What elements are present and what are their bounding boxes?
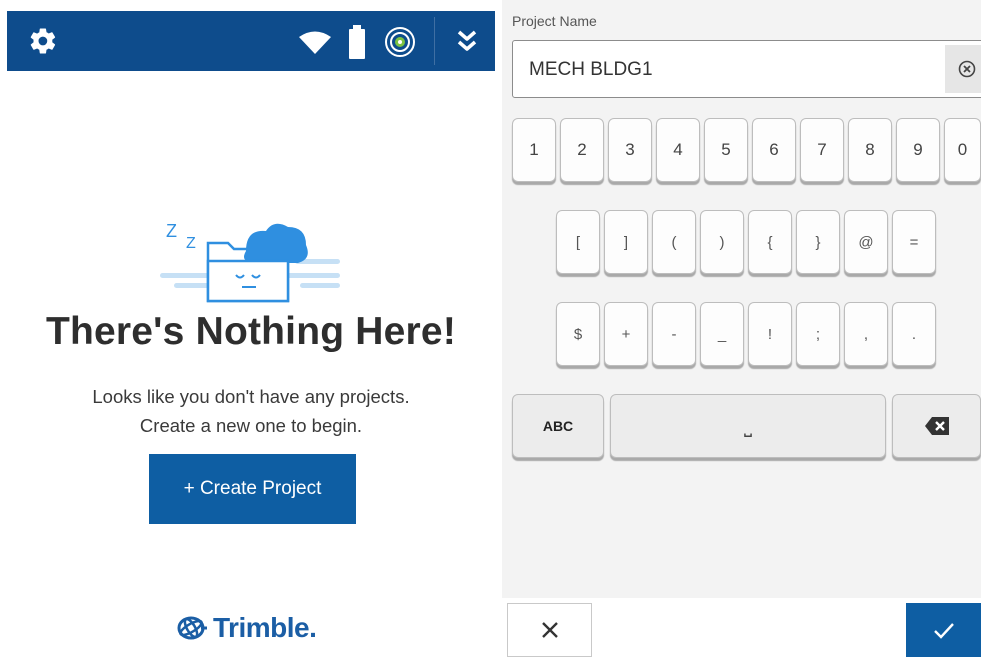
empty-state-description: Looks like you don't have any projects. … — [0, 382, 502, 440]
key-1[interactable]: 1 — [512, 118, 556, 182]
key-right-bracket[interactable]: ] — [604, 210, 648, 274]
backspace-key[interactable] — [892, 394, 981, 458]
key-left-bracket[interactable]: [ — [556, 210, 600, 274]
project-name-input[interactable] — [527, 53, 931, 87]
key-semicolon[interactable]: ; — [796, 302, 840, 366]
gear-icon[interactable] — [27, 25, 59, 57]
key-2[interactable]: 2 — [560, 118, 604, 182]
key-underscore[interactable]: _ — [700, 302, 744, 366]
key-period[interactable]: . — [892, 302, 936, 366]
key-9[interactable]: 9 — [896, 118, 940, 182]
project-name-field[interactable] — [512, 40, 981, 98]
sleeping-cloud-folder-illustration: Z Z — [160, 215, 350, 315]
svg-text:Z: Z — [186, 235, 196, 252]
backspace-icon — [924, 417, 949, 435]
clear-x-circle-icon — [958, 60, 976, 78]
empty-state-title: There's Nothing Here! — [45, 310, 457, 353]
key-8[interactable]: 8 — [848, 118, 892, 182]
clear-input-button[interactable] — [945, 45, 981, 93]
key-0[interactable]: 0 — [944, 118, 981, 182]
battery-icon — [347, 25, 367, 59]
project-name-label: Project Name — [512, 13, 597, 29]
abc-key[interactable]: ABC — [512, 394, 604, 458]
key-equals[interactable]: = — [892, 210, 936, 274]
key-at[interactable]: @ — [844, 210, 888, 274]
empty-state-line-2: Create a new one to begin. — [139, 415, 363, 436]
projects-panel: Z Z There's Nothing Here! Looks like you… — [0, 0, 502, 657]
key-7[interactable]: 7 — [800, 118, 844, 182]
key-comma[interactable]: , — [844, 302, 888, 366]
gps-target-icon[interactable] — [383, 25, 417, 59]
key-4[interactable]: 4 — [656, 118, 700, 182]
svg-text:Z: Z — [166, 221, 177, 241]
space-key[interactable]: ⎵ — [610, 394, 886, 458]
topbar-divider — [434, 17, 435, 65]
key-right-brace[interactable]: } — [796, 210, 840, 274]
create-project-button[interactable]: + Create Project — [149, 454, 356, 524]
key-left-paren[interactable]: ( — [652, 210, 696, 274]
key-dollar[interactable]: $ — [556, 302, 600, 366]
trimble-logo: Trimble. — [177, 608, 317, 648]
double-chevron-down-icon[interactable] — [451, 25, 483, 57]
trimble-globe-icon — [177, 616, 207, 640]
key-minus[interactable]: - — [652, 302, 696, 366]
confirm-button[interactable] — [906, 603, 981, 657]
wifi-icon — [297, 31, 333, 55]
checkmark-icon — [933, 623, 954, 639]
cancel-button[interactable] — [507, 603, 592, 657]
key-right-paren[interactable]: ) — [700, 210, 744, 274]
key-plus[interactable]: + — [604, 302, 648, 366]
key-3[interactable]: 3 — [608, 118, 652, 182]
key-5[interactable]: 5 — [704, 118, 748, 182]
trimble-logo-text: Trimble. — [213, 612, 317, 643]
empty-state-line-1: Looks like you don't have any projects. — [92, 386, 410, 407]
key-exclamation[interactable]: ! — [748, 302, 792, 366]
project-name-editor: Project Name 1 2 3 4 5 6 7 8 9 0 [ ] ( )… — [502, 0, 981, 657]
key-left-brace[interactable]: { — [748, 210, 792, 274]
top-bar — [7, 11, 495, 71]
close-icon — [541, 622, 558, 638]
key-6[interactable]: 6 — [752, 118, 796, 182]
